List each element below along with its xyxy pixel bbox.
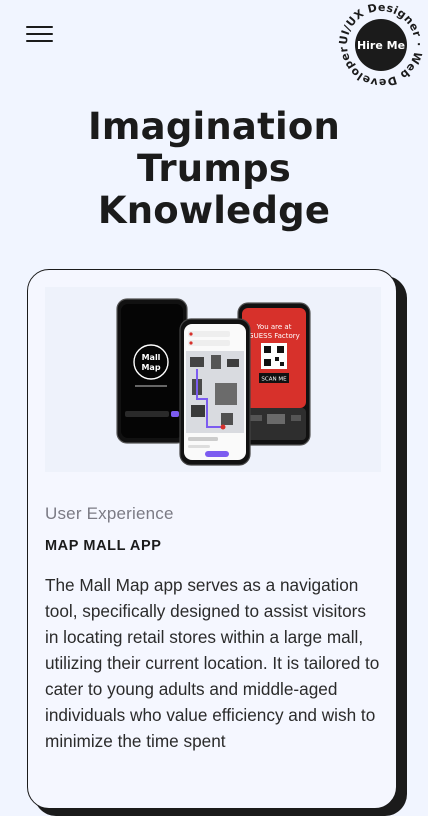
phone-left-logo-line1: Mall <box>142 353 161 362</box>
badge-label: Hire Me <box>357 39 405 52</box>
project-mockup-graphic: Mall Map You are at GUESS Factory SCAN M… <box>116 298 311 466</box>
phone-left-logo-line2: Map <box>141 363 160 372</box>
menu-bar-bottom <box>26 40 53 42</box>
phone-center <box>179 318 251 466</box>
hero-title: Imagination Trumps Knowledge <box>0 106 428 232</box>
project-title[interactable]: MAP MALL APP <box>45 538 162 554</box>
project-category: User Experience <box>45 504 174 523</box>
hire-me-button[interactable]: UI/UX Designer · Web Developer · Hire Me <box>338 0 424 90</box>
phone-left: Mall Map <box>116 298 188 444</box>
site-header: UI/UX Designer · Web Developer · Hire Me <box>0 0 428 90</box>
hero-title-line1: Imagination <box>87 105 341 148</box>
hero-title-line2: Trumps <box>136 147 292 190</box>
phone-right-heading-line2: GUESS Factory <box>248 332 300 340</box>
hero-title-line3: Knowledge <box>97 189 331 232</box>
project-image[interactable]: Mall Map You are at GUESS Factory SCAN M… <box>45 287 381 472</box>
hire-me-badge-graphic: UI/UX Designer · Web Developer · Hire Me <box>338 0 424 89</box>
phone-right-button: SCAN ME <box>261 377 287 383</box>
menu-bar-middle <box>26 33 53 35</box>
menu-bar-top <box>26 26 53 28</box>
hamburger-menu-icon[interactable] <box>26 24 54 44</box>
project-description: The Mall Map app serves as a navigation … <box>45 575 380 751</box>
phone-right-heading-line1: You are at <box>256 323 292 331</box>
project-card[interactable]: Mall Map You are at GUESS Factory SCAN M… <box>27 269 397 809</box>
